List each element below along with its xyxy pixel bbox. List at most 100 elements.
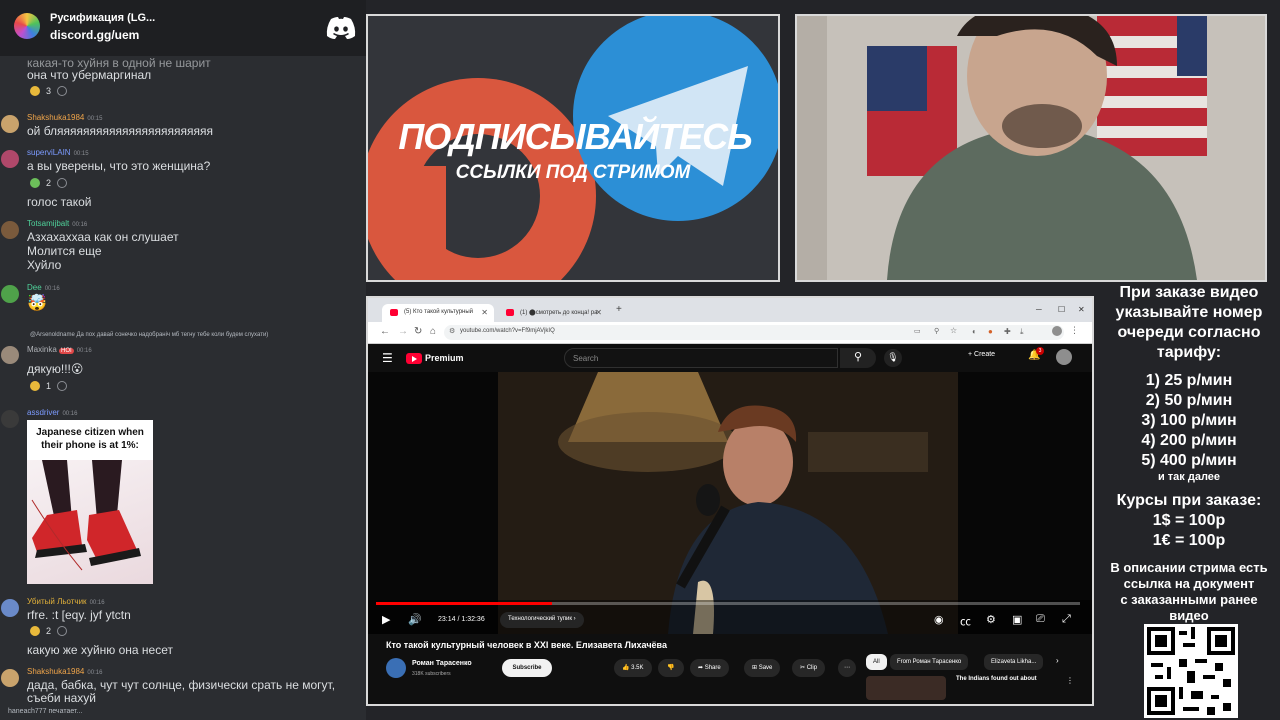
extension-icon[interactable]: ◐ (972, 327, 977, 336)
volume-icon[interactable]: 🔊 (408, 613, 422, 626)
reaction-bar[interactable]: 1 (30, 380, 68, 392)
reaction-bar[interactable]: 3 (30, 85, 68, 97)
username[interactable]: Totsamijbalt 00:16 (27, 219, 87, 228)
server-header[interactable]: Русификация (LG... discord.gg/uem (0, 0, 366, 56)
avatar[interactable] (1, 410, 19, 428)
bookmark-star-icon[interactable]: ☆ (950, 326, 957, 335)
zoom-icon[interactable]: ⚲ (934, 327, 939, 335)
cast-icon[interactable]: ▭ (914, 327, 921, 335)
account-avatar[interactable] (1056, 349, 1072, 365)
stream-overlay: Русификация (LG... discord.gg/uem какая-… (0, 0, 1280, 720)
reload-button[interactable]: ↻ (414, 326, 422, 337)
recommended-menu-icon[interactable]: ⋮ (1066, 676, 1074, 685)
share-button[interactable]: ➦ Share (690, 659, 729, 677)
url-input[interactable]: ⚙ youtube.com/watch?v=Ff9mjAVjkIQ ▭ ⚲ ☆ (444, 325, 1064, 340)
avatar[interactable] (1, 115, 19, 133)
username[interactable]: Shakshuka1984 00:16 (27, 667, 102, 676)
clip-button[interactable]: ✂ Clip (792, 659, 826, 677)
save-button[interactable]: ⊞ Save (744, 659, 781, 677)
meme-caption: Japanese citizen when their phone is at … (27, 420, 153, 460)
search-input[interactable]: Search (564, 348, 838, 368)
message-text: какую же хуйню она несет (27, 643, 173, 657)
microphone-icon[interactable]: 🎙 (884, 349, 902, 367)
site-info-icon[interactable]: ⚙ (449, 327, 455, 335)
chevron-right-icon[interactable]: › (1056, 656, 1059, 665)
play-button[interactable]: ▶ (382, 613, 390, 626)
server-invite-link[interactable]: discord.gg/uem (50, 28, 139, 42)
miniplayer-icon[interactable]: ▣ (1012, 613, 1022, 626)
youtube-favicon-icon (390, 309, 398, 316)
settings-gear-icon[interactable]: ⚙ (986, 613, 996, 626)
chapter-button[interactable]: Технологический тупик › (500, 612, 584, 628)
tab-youtube-second[interactable]: (1) ⬤смотреть до конца! ра ✕ (498, 304, 608, 322)
add-reaction-icon[interactable] (57, 626, 68, 636)
username[interactable]: Убитый Льотчик 00:16 (27, 597, 105, 606)
more-actions-button[interactable]: ⋯ (838, 659, 856, 677)
username[interactable]: Dee 00:16 (27, 283, 60, 292)
message-text: дякую!!!😮 (27, 362, 84, 376)
discord-chat-panel: Русификация (LG... discord.gg/uem какая-… (0, 0, 366, 720)
subscriber-count: 318K subscribers (412, 671, 451, 677)
downloads-icon[interactable]: ⤓ (1020, 327, 1024, 337)
channel-avatar[interactable] (386, 658, 406, 678)
forward-button[interactable]: → (398, 326, 408, 337)
doc-note: В описании стрима есть (1110, 560, 1268, 575)
back-button[interactable]: ← (380, 326, 390, 337)
avatar[interactable] (1, 346, 19, 364)
chip-topic[interactable]: Elizaveta Likha... (984, 654, 1044, 670)
subtitles-icon[interactable]: ㏄ (960, 613, 971, 629)
create-button[interactable]: + Create (968, 351, 995, 358)
cool-reaction-icon (30, 178, 40, 188)
tab-youtube-video[interactable]: (5) Кто такой культурный ✕ (382, 304, 494, 322)
username-text: Totsamijbalt (27, 219, 70, 228)
home-icon[interactable]: ⌂ (430, 326, 436, 337)
avatar[interactable] (1, 150, 19, 168)
meme-image-attachment[interactable]: Japanese citizen when their phone is at … (27, 420, 153, 584)
new-tab-button[interactable]: + (616, 304, 622, 315)
message-text: 🤯 (27, 295, 47, 312)
youtube-brand[interactable]: Premium (425, 353, 464, 363)
youtube-logo-icon[interactable] (406, 353, 422, 364)
recommended-thumbnail[interactable] (866, 676, 946, 700)
search-button[interactable]: ⚲ (840, 348, 876, 368)
fullscreen-icon[interactable]: ⤢ (1062, 613, 1071, 626)
maximize-button[interactable]: ☐ (1058, 305, 1065, 314)
close-window-button[interactable]: ✕ (1078, 305, 1085, 314)
username[interactable]: assdriver 00:16 (27, 408, 77, 417)
avatar[interactable] (1, 221, 19, 239)
close-tab-icon[interactable]: ✕ (481, 308, 488, 317)
channel-name[interactable]: Роман Тарасенко (412, 660, 472, 667)
add-reaction-icon[interactable] (57, 178, 68, 188)
dislike-button[interactable]: 👎 (658, 659, 684, 677)
close-tab-icon[interactable]: ✕ (595, 308, 602, 317)
progress-bar[interactable] (376, 602, 1080, 605)
autoplay-toggle[interactable]: ◉ (934, 613, 944, 626)
browser-menu-icon[interactable]: ⋮ (1070, 325, 1079, 336)
save-icon: ⊞ (752, 665, 758, 671)
username[interactable]: Shakshuka1984 00:15 (27, 113, 102, 122)
avatar[interactable] (1, 285, 19, 303)
reaction-bar[interactable]: 2 (30, 625, 68, 637)
minimize-button[interactable]: ─ (1036, 305, 1042, 314)
puzzle-icon[interactable]: ✚ (1004, 327, 1011, 336)
username[interactable]: superviLAIN 00:15 (27, 148, 89, 157)
chip-from-channel[interactable]: From Роман Тарасенко (890, 654, 969, 670)
video-player[interactable]: ▶ 🔊 23:14 / 1:32:36 Технологический тупи… (368, 372, 1092, 634)
chip-all[interactable]: All (866, 654, 887, 670)
subscribe-button[interactable]: Subscribe (502, 659, 552, 677)
avatar[interactable] (1, 669, 19, 687)
video-frame (368, 372, 1092, 634)
add-reaction-icon[interactable] (57, 381, 68, 391)
profile-avatar[interactable] (1052, 326, 1062, 336)
recommended-title[interactable]: The Indians found out about (956, 676, 1037, 682)
reply-preview[interactable]: @Arsenoldname Да пох давай сонечко надоб… (30, 332, 268, 338)
username[interactable]: Maxinka HOI 00:16 (27, 345, 92, 354)
cast-icon[interactable]: ⎚ (1036, 613, 1045, 626)
hamburger-menu-icon[interactable]: ☰ (382, 351, 393, 365)
like-button[interactable]: 👍 3.5K (614, 659, 652, 677)
avatar[interactable] (1, 599, 19, 617)
reaction-bar[interactable]: 2 (30, 177, 68, 189)
server-icon (14, 13, 40, 39)
extension-icon[interactable]: ● (988, 327, 993, 336)
add-reaction-icon[interactable] (57, 86, 68, 96)
